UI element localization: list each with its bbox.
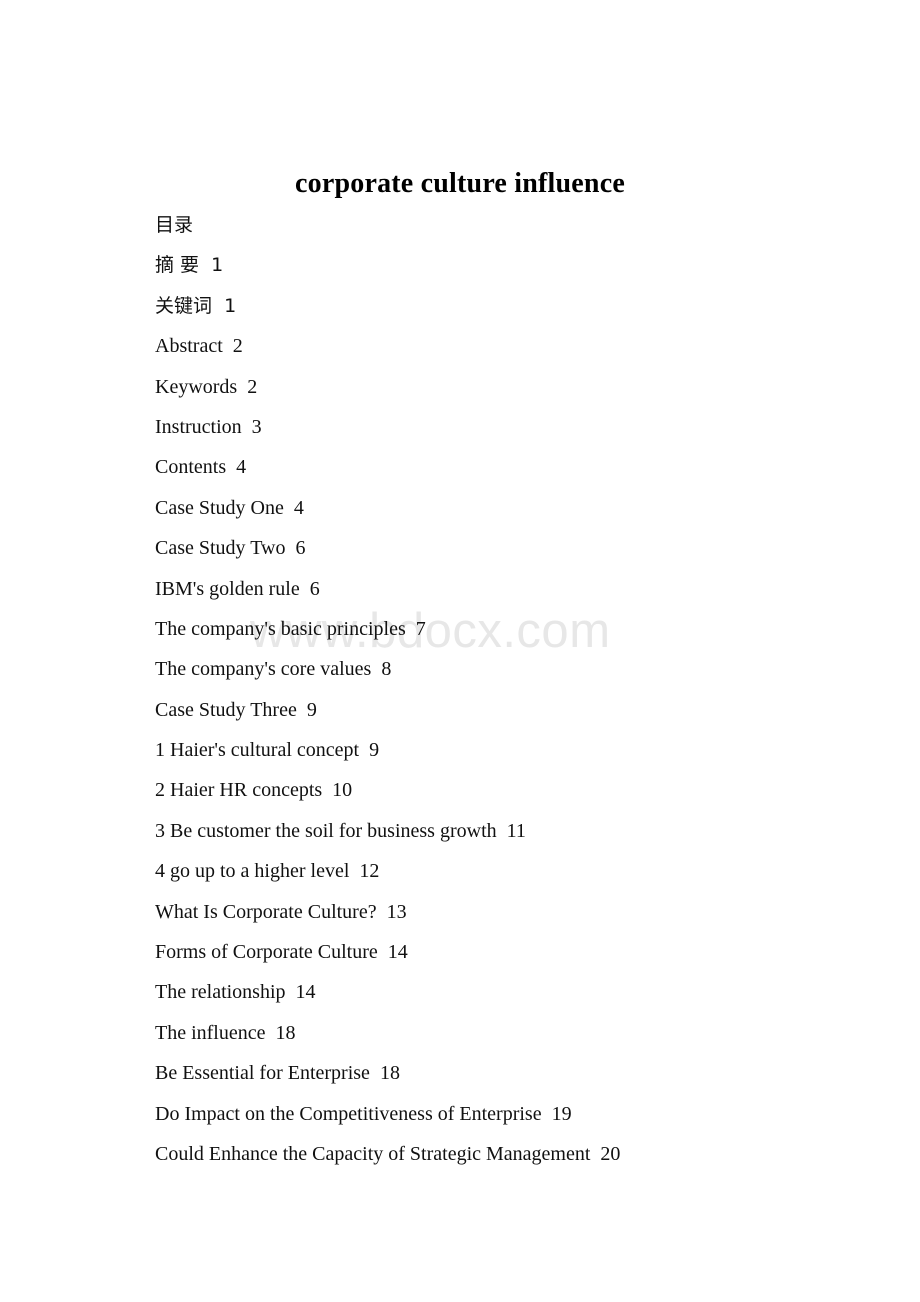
toc-entry-page-number: 18 <box>275 1021 296 1044</box>
toc-entry-page-number: 14 <box>387 941 408 964</box>
toc-entry-label: 关键词 <box>155 294 213 317</box>
document-page: www.bdocx.com corporate culture influenc… <box>0 0 920 1302</box>
toc-entry-page-number: 19 <box>551 1102 572 1125</box>
toc-entry-page-number: 4 <box>293 496 304 519</box>
toc-entry-label: 3 Be customer the soil for business grow… <box>155 819 497 842</box>
toc-entry-page-number: 3 <box>251 415 262 438</box>
toc-heading: 目录 <box>155 205 855 245</box>
toc-entry-page-number: 11 <box>506 819 526 842</box>
toc-entry[interactable]: 3 Be customer the soil for business grow… <box>155 811 855 851</box>
toc-entry-page-number: 13 <box>386 900 407 923</box>
toc-entry-label: The relationship <box>155 981 286 1004</box>
toc-entry[interactable]: Case Study Three 9 <box>155 690 855 730</box>
toc-entry[interactable]: Keywords 2 <box>155 367 855 407</box>
toc-entry[interactable]: Forms of Corporate Culture 14 <box>155 932 855 972</box>
page-title: corporate culture influence <box>295 167 625 199</box>
toc-entry[interactable]: The influence 18 <box>155 1013 855 1053</box>
toc-entry[interactable]: The company's core values 8 <box>155 649 855 689</box>
toc-entry[interactable]: Abstract 2 <box>155 326 855 366</box>
toc-entry-label: Case Study Two <box>155 537 286 560</box>
toc-entry-page-number: 2 <box>232 335 243 358</box>
toc-entry-label: 摘 要 <box>155 254 200 277</box>
toc-entry[interactable]: Do Impact on the Competitiveness of Ente… <box>155 1094 855 1134</box>
toc-entry-label: Could Enhance the Capacity of Strategic … <box>155 1142 591 1165</box>
toc-entry-label: Case Study Three <box>155 698 297 721</box>
toc-entry-page-number: 2 <box>247 375 258 398</box>
toc-entry[interactable]: 摘 要 1 <box>155 245 855 285</box>
toc-entry[interactable]: The company's basic principles 7 <box>155 609 855 649</box>
toc-entry-label: Do Impact on the Competitiveness of Ente… <box>155 1102 542 1125</box>
toc-entry[interactable]: Instruction 3 <box>155 407 855 447</box>
toc-entry-label: IBM's golden rule <box>155 577 300 600</box>
toc-entry[interactable]: Case Study Two 6 <box>155 528 855 568</box>
toc-entry[interactable]: Be Essential for Enterprise 18 <box>155 1053 855 1093</box>
toc-entry-label: 4 go up to a higher level <box>155 860 350 883</box>
toc-entry-page-number: 18 <box>379 1062 400 1085</box>
toc-entry[interactable]: 2 Haier HR concepts 10 <box>155 770 855 810</box>
toc-entry-page-number: 1 <box>224 294 237 317</box>
toc-entry-label: The influence <box>155 1021 266 1044</box>
toc-entry-label: 2 Haier HR concepts <box>155 779 323 802</box>
toc-entry-page-number: 10 <box>332 779 353 802</box>
toc-entry-page-number: 1 <box>211 254 224 277</box>
toc-entry-label: Abstract <box>155 335 223 358</box>
toc-entry-page-number: 14 <box>295 981 316 1004</box>
toc-entry[interactable]: 1 Haier's cultural concept 9 <box>155 730 855 770</box>
toc-entry-label: What Is Corporate Culture? <box>155 900 377 923</box>
toc-entry-label: Contents <box>155 456 227 479</box>
toc-entry-page-number: 20 <box>600 1142 621 1165</box>
toc-entry[interactable]: Contents 4 <box>155 447 855 487</box>
toc-entry-label: Keywords <box>155 375 238 398</box>
toc-entry-page-number: 6 <box>295 537 306 560</box>
toc-entry-label: 1 Haier's cultural concept <box>155 739 360 762</box>
toc-entry-label: Instruction <box>155 415 242 438</box>
toc-entry-label: Be Essential for Enterprise <box>155 1062 370 1085</box>
toc-entry-page-number: 8 <box>381 658 392 681</box>
toc-entry[interactable]: Could Enhance the Capacity of Strategic … <box>155 1134 855 1174</box>
toc-entry[interactable]: 关键词 1 <box>155 286 855 326</box>
toc-entry[interactable]: The relationship 14 <box>155 972 855 1012</box>
toc-entry[interactable]: 4 go up to a higher level 12 <box>155 851 855 891</box>
toc-entry-page-number: 7 <box>415 617 426 640</box>
toc-entry[interactable]: What Is Corporate Culture? 13 <box>155 892 855 932</box>
table-of-contents: 目录 摘 要 1 关键词 1 Abstract 2 Keywords 2 Instruc… <box>155 205 855 1174</box>
toc-entry-page-number: 6 <box>309 577 320 600</box>
toc-entry-page-number: 12 <box>359 860 380 883</box>
toc-entry-label: Forms of Corporate Culture <box>155 941 378 964</box>
toc-entry-page-number: 9 <box>369 739 380 762</box>
toc-entry-page-number: 9 <box>306 698 317 721</box>
toc-heading-label: 目录 <box>155 214 194 236</box>
toc-entry[interactable]: IBM's golden rule 6 <box>155 569 855 609</box>
toc-entry-label: The company's basic principles <box>155 617 406 640</box>
toc-entry[interactable]: Case Study One 4 <box>155 488 855 528</box>
toc-entry-label: The company's core values <box>155 658 372 681</box>
toc-entry-label: Case Study One <box>155 496 284 519</box>
toc-entry-page-number: 4 <box>236 456 247 479</box>
